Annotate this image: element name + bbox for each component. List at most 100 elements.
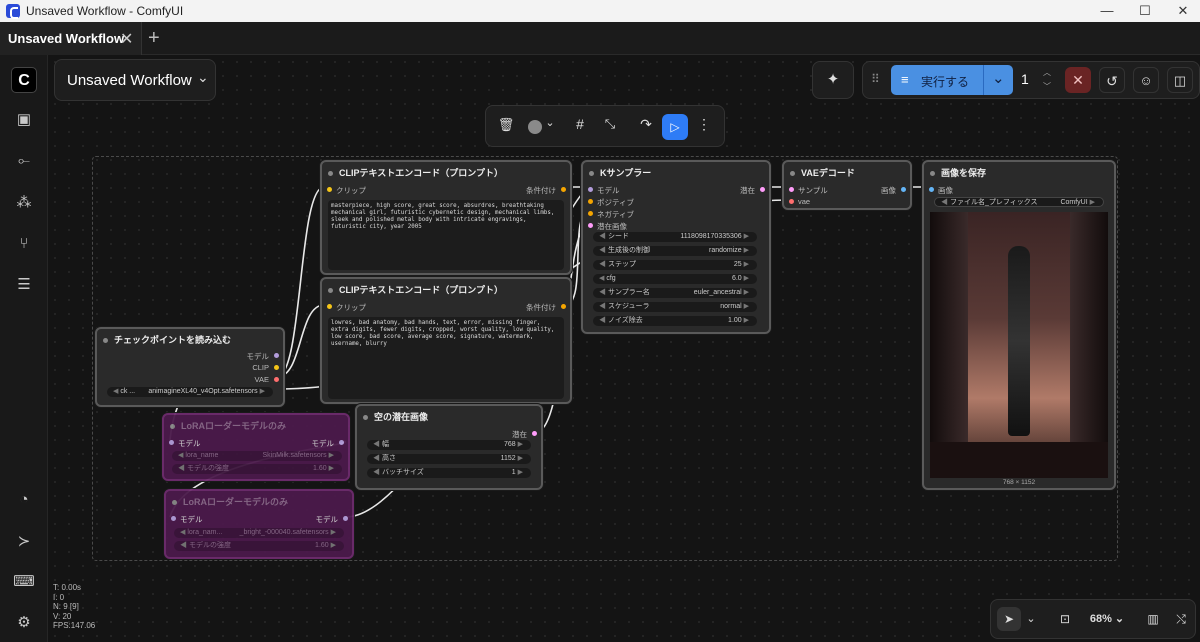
input-dot[interactable] [588, 187, 593, 192]
input-label: モデル [178, 439, 201, 448]
output-label: CLIP [252, 363, 269, 372]
node-title: LoRAローダーモデルのみ [170, 419, 286, 432]
workflows-icon[interactable]: ⑂ [11, 231, 37, 257]
select-mode-icon[interactable]: ➤ [997, 607, 1021, 631]
output-dot[interactable] [561, 187, 566, 192]
widget-label: lora_nam... [180, 528, 222, 538]
node-load-checkpoint[interactable]: チェックポイントを読み込む モデル CLIP VAE ck ... animagi… [95, 327, 285, 407]
node-title: CLIPテキストエンコード（プロンプト） [328, 166, 503, 179]
input-label: 画像 [938, 186, 953, 195]
maximize-button[interactable]: ☐ [1128, 2, 1162, 20]
output-dot[interactable] [274, 353, 279, 358]
prompt-textarea[interactable]: masterpiece, high score, great score, ab… [328, 200, 564, 270]
widget-label: バッチサイズ [373, 468, 424, 478]
input-dot[interactable] [588, 211, 593, 216]
widget-strength-model[interactable]: モデルの強度 1.60 [172, 464, 342, 474]
output-dot[interactable] [274, 377, 279, 382]
output-dot[interactable] [274, 365, 279, 370]
node-library-icon[interactable]: ⟜ [11, 148, 37, 174]
tab-unsaved-workflow[interactable]: Unsaved Workflow ✕ [0, 22, 142, 55]
output-dot[interactable] [760, 187, 765, 192]
stat-nodes: N: 9 [9] [53, 602, 79, 611]
chevron-down-icon[interactable]: ⌄ [1023, 607, 1039, 631]
node-save-image[interactable]: 画像を保存 画像 ファイル名_プレフィックス ComfyUI 768 × 1152 [922, 160, 1116, 490]
input-dot[interactable] [588, 199, 593, 204]
output-dot[interactable] [532, 431, 537, 436]
generated-image-preview[interactable] [930, 212, 1108, 478]
node-ksampler[interactable]: Kサンプラー モデル ポジティブ ネガティブ 潜在画像 潜在 シード 111809… [581, 160, 771, 334]
widget-label: サンプラー名 [599, 288, 650, 298]
zoom-level[interactable]: 68% ⌄ [1083, 607, 1131, 631]
input-dot[interactable] [789, 187, 794, 192]
comfy-logo-icon[interactable]: C [11, 67, 37, 93]
minimize-button[interactable]: — [1090, 2, 1124, 20]
input-label: モデル [180, 515, 203, 524]
input-dot[interactable] [171, 516, 176, 521]
widget-scheduler[interactable]: スケジューラ normal [593, 302, 757, 312]
window-titlebar: Unsaved Workflow - ComfyUI — ☐ ✕ [0, 0, 1200, 22]
output-dot[interactable] [343, 516, 348, 521]
widget-width[interactable]: 幅 768 [367, 440, 531, 450]
add-tab-button[interactable]: + [148, 27, 160, 50]
widget-strength-model[interactable]: モデルの強度 1.60 [174, 541, 344, 551]
widget-batch-size[interactable]: バッチサイズ 1 [367, 468, 531, 478]
images-icon[interactable]: ▣ [11, 107, 37, 133]
minimap-icon[interactable]: ▥ [1141, 607, 1165, 631]
fit-view-icon[interactable]: ⊡ [1053, 607, 1077, 631]
node-lora-loader-2[interactable]: LoRAローダーモデルのみ モデル モデル lora_nam... _bright… [164, 489, 354, 559]
node-lora-loader-1[interactable]: LoRAローダーモデルのみ モデル モデル lora_name SkinMilk.… [162, 413, 350, 481]
settings-gear-icon[interactable]: ⚙ [11, 610, 37, 636]
prompt-textarea[interactable]: lowres, bad anatomy, bad hands, text, er… [328, 317, 564, 399]
widget-lora-name[interactable]: lora_name SkinMilk.safetensors [172, 451, 342, 461]
widget-denoise[interactable]: ノイズ除去 1.00 [593, 316, 757, 326]
widget-label: lora_name [178, 451, 218, 461]
widget-steps[interactable]: ステップ 25 [593, 260, 757, 270]
input-label: ネガティブ [597, 210, 635, 219]
widget-label: モデルの強度 [180, 541, 231, 551]
keyboard-icon[interactable]: ⌨ [11, 569, 37, 595]
input-dot[interactable] [327, 187, 332, 192]
widget-height[interactable]: 高さ 1152 [367, 454, 531, 464]
widget-ckpt-name[interactable]: ck ... animagineXL40_v4Opt.safetensors [107, 387, 273, 397]
stat-time: T: 0.00s [53, 583, 82, 592]
widget-value: animagineXL40_v4Opt.safetensors [148, 387, 265, 397]
help-icon[interactable]: ◔ [11, 487, 37, 513]
widget-cfg[interactable]: cfg 6.0 [593, 274, 757, 284]
close-window-button[interactable]: ✕ [1166, 2, 1200, 20]
perf-stats: T: 0.00s I: 0 N: 9 [9] V: 20 FPS:147.06 [53, 583, 95, 631]
output-dot[interactable] [339, 440, 344, 445]
models-icon[interactable]: ⁂ [11, 190, 37, 216]
stat-iterations: I: 0 [53, 592, 65, 602]
node-vae-decode[interactable]: VAEデコード サンプル vae 画像 [782, 160, 912, 210]
tab-close-icon[interactable]: ✕ [120, 29, 133, 49]
widget-control-after-generate[interactable]: 生成後の制御 randomize [593, 246, 757, 256]
input-dot[interactable] [929, 187, 934, 192]
node-clip-text-encode-negative[interactable]: CLIPテキストエンコード（プロンプト） クリップ 条件付け lowres, b… [320, 277, 572, 404]
widget-sampler-name[interactable]: サンプラー名 euler_ancestral [593, 288, 757, 298]
node-clip-text-encode-positive[interactable]: CLIPテキストエンコード（プロンプト） クリップ 条件付け masterpie… [320, 160, 572, 275]
output-label: 条件付け [526, 303, 556, 312]
input-dot[interactable] [789, 199, 794, 204]
widget-value: 6.0 [732, 274, 749, 284]
image-size-label: 768 × 1152 [1002, 479, 1036, 486]
input-dot[interactable] [169, 440, 174, 445]
widget-filename-prefix[interactable]: ファイル名_プレフィックス ComfyUI [934, 197, 1104, 207]
input-label: vae [798, 197, 811, 206]
graph-canvas[interactable]: Unsaved Workflow ⌄ ✦ ⠿ ≡ 実行する ⌄ 1 ︿ ﹀ ✕ ↺… [48, 55, 1200, 642]
image-ground [930, 442, 1108, 478]
input-dot[interactable] [327, 304, 332, 309]
node-empty-latent-image[interactable]: 空の潜在画像 潜在 幅 768 高さ 1152 バッチサイズ 1 [355, 404, 543, 490]
input-label: クリップ [336, 186, 366, 195]
input-dot[interactable] [588, 223, 593, 228]
widget-value: 1.60 [313, 464, 334, 474]
widget-seed[interactable]: シード 1118098170335306 [593, 232, 757, 242]
terminal-icon[interactable]: ≻ [11, 529, 37, 555]
widget-value: 1118098170335306 [680, 232, 749, 242]
widget-value: randomize [709, 246, 749, 256]
hide-links-icon[interactable]: ⤭ [1169, 607, 1193, 631]
output-label: モデル [315, 515, 339, 524]
output-dot[interactable] [561, 304, 566, 309]
widget-lora-name[interactable]: lora_nam... _bright_-000040.safetensors [174, 528, 344, 538]
templates-icon[interactable]: ☰ [11, 272, 37, 298]
output-dot[interactable] [901, 187, 906, 192]
